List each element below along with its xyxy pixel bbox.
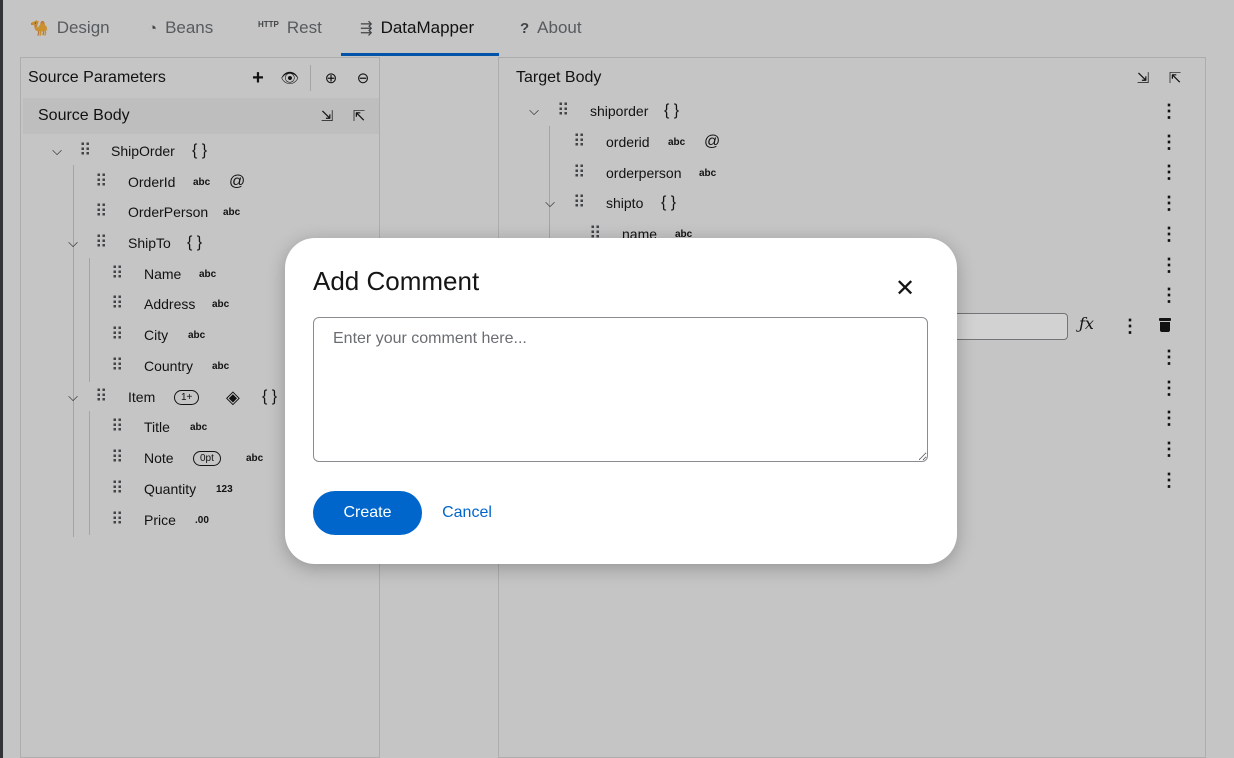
close-icon: ✕ bbox=[894, 274, 916, 302]
comment-textarea[interactable] bbox=[313, 317, 928, 462]
add-comment-dialog: Add Comment ✕ Create Cancel bbox=[285, 238, 957, 564]
create-button[interactable]: Create bbox=[313, 491, 422, 535]
cancel-button[interactable]: Cancel bbox=[435, 491, 499, 535]
close-button[interactable]: ✕ bbox=[891, 274, 919, 302]
dialog-title: Add Comment bbox=[313, 266, 480, 296]
